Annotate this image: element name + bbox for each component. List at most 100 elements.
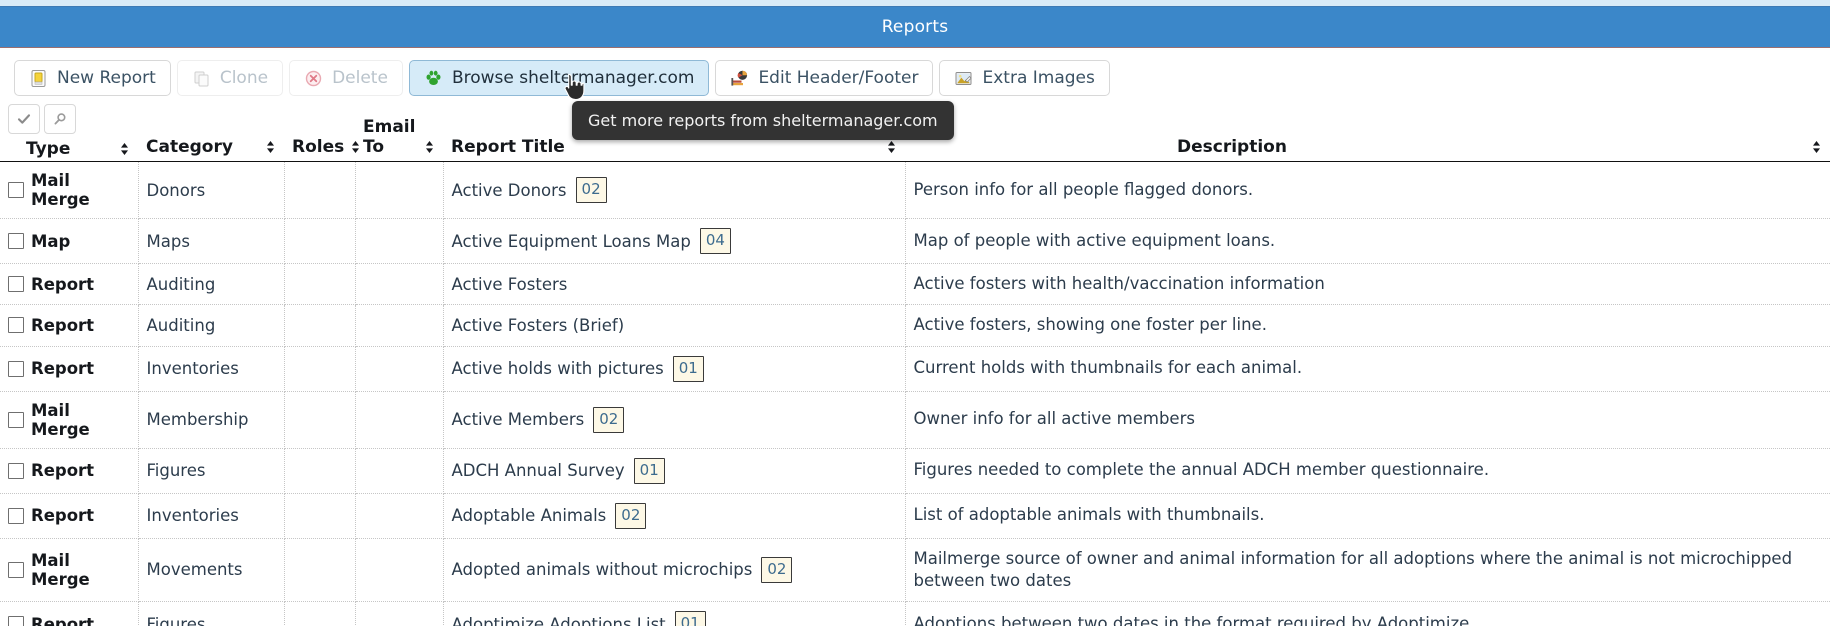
table-row[interactable]: Report Figures ADCH Annual Survey 01 Figures…	[0, 448, 1830, 494]
window-top-strip	[0, 0, 1830, 7]
table-row[interactable]: Report Inventories Active holds with pictu…	[0, 346, 1830, 392]
row-category-label: Maps	[146, 231, 190, 251]
cell-email-to	[355, 304, 444, 347]
cell-email-to	[355, 391, 444, 449]
extra-images-button[interactable]: Extra Images	[939, 60, 1110, 96]
row-category-label: Figures	[146, 614, 206, 626]
cell-type: Mail Merge	[0, 161, 139, 219]
tooltip-text: Get more reports from sheltermanager.com	[588, 111, 938, 130]
row-description-label: List of adoptable animals with thumbnail…	[913, 505, 1265, 525]
column-header-roles[interactable]: Roles	[284, 104, 360, 162]
table-row[interactable]: Report Inventories Adoptable Animals 02 List…	[0, 493, 1830, 539]
row-version-badge: 01	[633, 457, 665, 484]
table-row[interactable]: Report Figures Adoptimize Adoptions List 01…	[0, 601, 1830, 626]
delete-label: Delete	[332, 67, 388, 88]
row-type-label: Mail Merge	[31, 171, 90, 209]
check-icon	[17, 114, 31, 124]
row-checkbox[interactable]	[8, 276, 24, 293]
column-header-report-title-label: Report Title	[451, 137, 565, 157]
cell-report-title: ADCH Annual Survey 01	[443, 448, 906, 494]
sort-icon-category[interactable]	[265, 138, 276, 156]
cell-report-title: Active Equipment Loans Map 04	[443, 218, 906, 264]
cell-report-title: Adoptimize Adoptions List 01	[443, 601, 906, 626]
column-header-type[interactable]: Type	[0, 104, 138, 162]
table-row[interactable]: Mail Merge Movements Adopted animals witho…	[0, 538, 1830, 603]
column-header-email-to[interactable]: Email To	[355, 104, 443, 162]
clone-button[interactable]: Clone	[176, 60, 284, 96]
row-report-title-link[interactable]: ADCH Annual Survey	[452, 461, 625, 480]
cell-roles	[284, 346, 356, 392]
cell-roles	[284, 601, 356, 626]
row-checkbox[interactable]	[8, 233, 24, 249]
cell-description: Figures needed to complete the annual AD…	[905, 448, 1830, 494]
table-row[interactable]: Report Auditing Active Fosters Active foste…	[0, 263, 1830, 306]
reports-window: Reports New Report Clone Delete Browse s…	[0, 0, 1830, 626]
row-checkbox[interactable]	[8, 616, 24, 626]
clone-icon	[192, 69, 211, 88]
browse-sheltermanager-label: Browse sheltermanager.com	[451, 67, 695, 88]
row-checkbox[interactable]	[8, 411, 24, 428]
window-titlebar: Reports	[0, 7, 1830, 48]
column-header-description[interactable]: Description	[905, 104, 1830, 162]
column-header-category[interactable]: Category	[138, 104, 284, 162]
row-checkbox[interactable]	[8, 360, 24, 377]
table-row[interactable]: Mail Merge Donors Active Donors 02 Person in…	[0, 161, 1830, 219]
sort-icon-description[interactable]	[1811, 138, 1822, 156]
sort-icon-report-title[interactable]	[886, 138, 897, 156]
cell-description: Active fosters with health/vaccination i…	[905, 263, 1830, 306]
cell-roles	[284, 218, 356, 264]
cell-roles	[284, 304, 356, 347]
row-report-title-link[interactable]: Active Donors	[452, 181, 567, 200]
cell-report-title: Adopted animals without microchips 02	[443, 538, 906, 603]
sort-icon-email-to[interactable]	[424, 138, 435, 156]
select-all-button[interactable]	[8, 104, 40, 134]
cell-report-title: Adoptable Animals 02	[443, 493, 906, 539]
edit-header-footer-button[interactable]: Edit Header/Footer	[715, 60, 934, 96]
row-version-badge: 04	[699, 228, 731, 254]
sort-icon-roles[interactable]	[350, 138, 361, 156]
cell-type: Mail Merge	[0, 391, 139, 449]
table-row[interactable]: Mail Merge Membership Active Members 02 Owne…	[0, 391, 1830, 449]
row-checkbox[interactable]	[8, 317, 24, 334]
row-report-title-link[interactable]: Active Fosters	[452, 275, 568, 294]
cell-roles	[284, 493, 356, 539]
cell-type: Report	[0, 448, 139, 494]
row-category-label: Auditing	[146, 315, 216, 335]
row-category-label: Auditing	[146, 274, 216, 294]
delete-button[interactable]: Delete	[289, 60, 403, 96]
cell-description: Mailmerge source of owner and animal inf…	[905, 538, 1830, 603]
cell-category: Membership	[138, 391, 285, 449]
cell-report-title: Active Donors 02	[443, 161, 906, 219]
sort-icon-type[interactable]	[119, 140, 130, 158]
row-checkbox[interactable]	[8, 182, 24, 198]
search-button[interactable]	[44, 104, 76, 134]
column-header-category-label: Category	[146, 137, 233, 157]
row-description-label: Active fosters, showing one foster per l…	[913, 315, 1267, 335]
row-report-title-link[interactable]: Adoptimize Adoptions List	[452, 615, 666, 626]
cell-type: Report	[0, 493, 139, 539]
row-checkbox[interactable]	[8, 507, 24, 524]
row-checkbox[interactable]	[8, 561, 24, 578]
browse-sheltermanager-button[interactable]: Browse sheltermanager.com	[408, 60, 710, 96]
row-checkbox[interactable]	[8, 462, 24, 479]
row-description-label: Adoptions between two dates in the forma…	[913, 613, 1475, 626]
row-version-badge: 02	[615, 502, 647, 529]
row-report-title-link[interactable]: Active Equipment Loans Map	[452, 232, 691, 251]
column-header-roles-label: Roles	[292, 137, 345, 157]
extra-images-label: Extra Images	[982, 67, 1095, 88]
row-report-title-link[interactable]: Active holds with pictures	[452, 359, 664, 378]
row-report-title-link[interactable]: Adopted animals without microchips	[452, 560, 753, 579]
row-report-title-link[interactable]: Adoptable Animals	[452, 506, 607, 525]
cell-category: Auditing	[138, 263, 285, 306]
toolbar: New Report Clone Delete Browse shelterma…	[0, 48, 1830, 104]
row-report-title-link[interactable]: Active Fosters (Brief)	[452, 316, 625, 335]
new-report-button[interactable]: New Report	[14, 60, 171, 96]
row-report-title-link[interactable]: Active Members	[452, 410, 585, 429]
new-report-label: New Report	[57, 67, 156, 88]
browse-sheltermanager-icon	[424, 69, 443, 88]
cell-category: Auditing	[138, 304, 285, 347]
table-row[interactable]: Report Auditing Active Fosters (Brief) Acti…	[0, 304, 1830, 347]
table-row[interactable]: Map Maps Active Equipment Loans Map 04 Map o…	[0, 218, 1830, 264]
cell-report-title: Active Fosters (Brief)	[443, 304, 906, 347]
magnifier-icon	[54, 113, 66, 125]
